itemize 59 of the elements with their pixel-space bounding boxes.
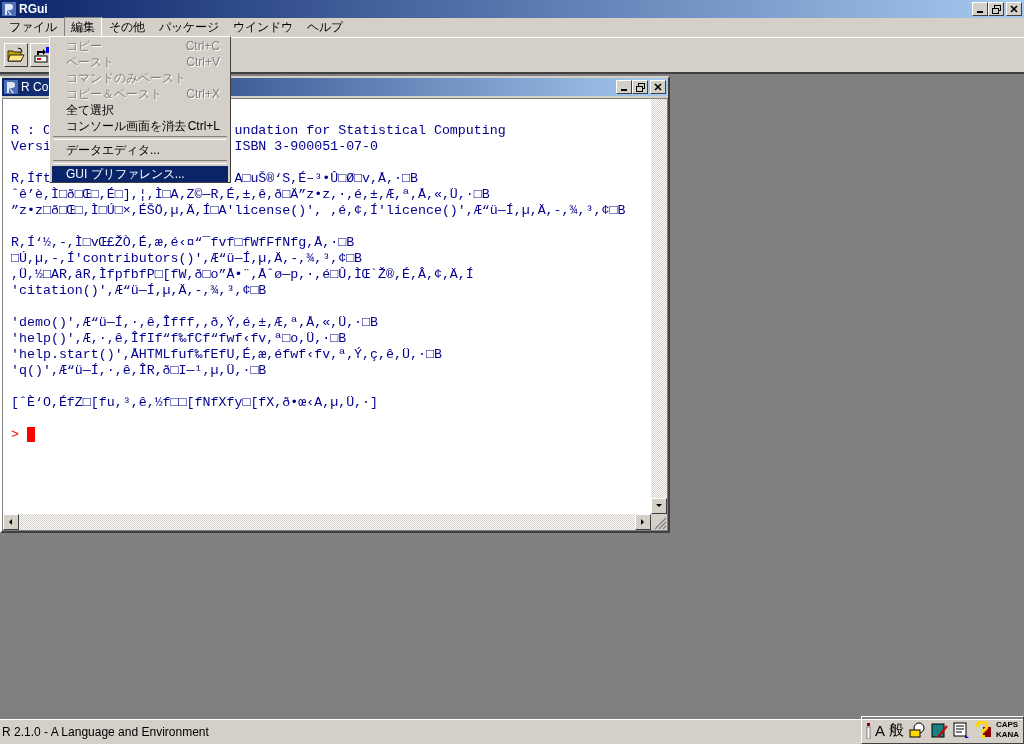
- horizontal-scrollbar[interactable]: [3, 514, 651, 530]
- menu-bar-item[interactable]: ウインドウ: [226, 17, 300, 38]
- close-button[interactable]: [1006, 2, 1022, 16]
- prompt-symbol: >: [11, 427, 19, 443]
- menu-item[interactable]: GUI プリファレンス...: [52, 166, 228, 182]
- text-cursor: [27, 427, 35, 442]
- console-text: A□uŠ®‘S,É–³•Û□Ø□v,Å,·□B: [234, 171, 418, 187]
- menu-bar-item[interactable]: ファイル: [2, 17, 64, 38]
- status-text: R 2.1.0 - A Language and Environment: [2, 725, 209, 739]
- console-text: R,Í‘½,-,Ì□vŒ£ŽÒ,É,æ,é‹¤“¯fvf□fWfFfNfg,Å,·□B: [11, 235, 355, 251]
- restore-button[interactable]: [988, 2, 1004, 16]
- close-icon: [1010, 5, 1018, 13]
- close-button[interactable]: [650, 80, 666, 94]
- r-logo-icon: [4, 80, 18, 94]
- document-icon[interactable]: [951, 721, 970, 739]
- maximize-button[interactable]: [632, 80, 648, 94]
- grip-icon[interactable]: [865, 721, 871, 739]
- console-text: [ˆÈ‘O,ÉfZ□[fu,³,ê,½f□□[fNfXfy□[fX,ð•œ‹A,µ,Ü,·]: [11, 395, 379, 411]
- scroll-left-button[interactable]: [3, 514, 19, 530]
- console-text: ISBN 3-900051-07-0: [234, 139, 379, 155]
- console-window-title: R Co: [21, 80, 49, 94]
- conversion-mode-button[interactable]: 般: [888, 720, 904, 740]
- triangle-right-icon: [639, 518, 647, 526]
- r-logo-icon: [2, 2, 16, 16]
- triangle-down-icon: [655, 502, 663, 510]
- console-text: R,Íft: [11, 171, 51, 186]
- vertical-scrollbar[interactable]: [651, 99, 667, 514]
- close-icon: [654, 83, 662, 91]
- menu-item[interactable]: 全て選択: [52, 102, 228, 118]
- console-text: 'q()',Æ“ü—Í,·,ê,ÎR,ð□I—¹,µ,Ü,·□B: [11, 363, 267, 379]
- restore-icon: [635, 82, 645, 92]
- console-text: 'help.start()',ÅHTMLfuf‰fEfU,É,æ,éfwf‹fv,ª,Ý,ç,ê,Ü,·□B: [11, 347, 442, 363]
- caps-indicator: CAPS: [995, 720, 1019, 730]
- minimize-button[interactable]: [972, 2, 988, 16]
- console-text: 'demo()',Æ“ü—Í,·,ê,Îfff,,ð,Ý,é,±,Æ,ª,Å,«,Ü,·□B: [11, 315, 379, 331]
- console-text: undation for Statistical Computing: [234, 123, 506, 139]
- minimize-button[interactable]: [616, 80, 632, 94]
- menu-bar-item[interactable]: パッケージ: [152, 17, 226, 38]
- help-icon[interactable]: [973, 721, 992, 739]
- menu-item[interactable]: コンソール画面を消去Ctrl+L: [52, 118, 228, 134]
- console-text: 'help()',Æ,·,ê,ÎfIf“f‰fCf“fwf‹fv,ª□o,Ü,·□B: [11, 331, 347, 347]
- console-text: 'citation()',Æ“ü—Í,µ,Ä,-,¾,³,¢□B: [11, 283, 267, 299]
- scroll-right-button[interactable]: [635, 514, 651, 530]
- menu-bar-item[interactable]: その他: [102, 17, 152, 38]
- menu-bar-item[interactable]: ヘルプ: [300, 17, 350, 38]
- restore-icon: [991, 4, 1001, 14]
- kana-indicator: KANA: [995, 730, 1019, 740]
- open-folder-button[interactable]: [4, 43, 28, 67]
- triangle-left-icon: [7, 518, 15, 526]
- console-text: □Ú,µ,-,Í'contributors()',Æ“ü—Í,µ,Ä,-,¾,³,¢□B: [11, 251, 363, 267]
- book-pen-icon[interactable]: [929, 721, 948, 739]
- console-text: ”z•z□ð□Œ□,Ì□Ú□×,ÉŠÖ,µ,Ä,Í□A'license()', ,é,¢,Í'licence()',Æ“ü—Í,µ,Ä,-,¾,³,¢□B: [11, 203, 626, 219]
- menu-item[interactable]: データエディタ...: [52, 142, 228, 158]
- console-text: ˆê’è,Ì□ð□Œ□,É□],¦,Ì□A‚Z©—R,É,±,ê,ð□Ä”z•z,·,é,±,Æ,ª,Å,«,Ü,·□B: [11, 187, 490, 203]
- scroll-down-button[interactable]: [651, 498, 667, 514]
- console-text: Versi: [11, 139, 51, 154]
- input-mode-button[interactable]: A: [874, 721, 885, 739]
- console-text: ,Ü,½□AR,âR,ÌfpfbfP□[fW,ð□o”Å•¨,Åˆø—p,·,é□Û,ÌŒ`Ž®,É,Â,¢,Ä,Í: [11, 267, 474, 283]
- window-title: RGui: [19, 2, 48, 16]
